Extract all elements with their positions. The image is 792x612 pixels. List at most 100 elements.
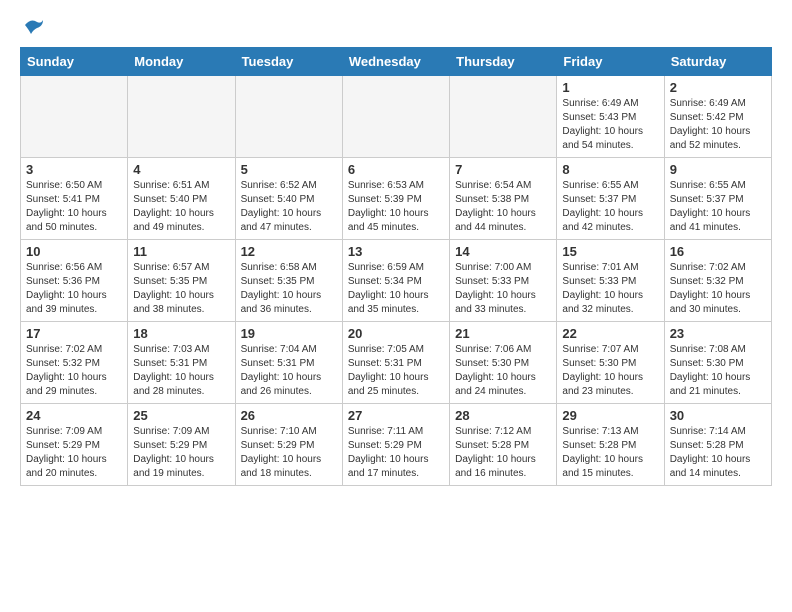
sunset-label: Sunset: 5:31 PM — [241, 358, 315, 369]
day-number: 24 — [26, 408, 122, 423]
day-info: Sunrise: 7:02 AMSunset: 5:32 PMDaylight:… — [26, 343, 122, 399]
day-info: Sunrise: 6:51 AMSunset: 5:40 PMDaylight:… — [133, 179, 229, 235]
calendar-cell: 30 Sunrise: 7:14 AMSunset: 5:28 PMDayligh… — [664, 404, 771, 486]
sunset-label: Sunset: 5:42 PM — [670, 112, 744, 123]
sunset-label: Sunset: 5:36 PM — [26, 276, 100, 287]
calendar-cell: 12Sunrise: 6:58 AMSunset: 5:35 PMDayligh… — [235, 240, 342, 322]
sunset-label: Sunset: 5:30 PM — [670, 358, 744, 369]
logo — [20, 16, 45, 39]
day-info: Sunrise: 7:14 AMSunset: 5:28 PMDaylight:… — [670, 425, 766, 481]
sunset-label: Sunset: 5:32 PM — [670, 276, 744, 287]
daylight-label: Daylight: 10 hours and 38 minutes. — [133, 290, 214, 315]
calendar-header-monday: Monday — [128, 48, 235, 76]
day-number: 8 — [562, 162, 658, 177]
sunrise-label: Sunrise: 7:07 AM — [562, 344, 638, 355]
calendar-cell: 9 Sunrise: 6:55 AMSunset: 5:37 PMDaylight… — [664, 158, 771, 240]
day-number: 23 — [670, 326, 766, 341]
sunset-label: Sunset: 5:31 PM — [348, 358, 422, 369]
day-info: Sunrise: 7:03 AMSunset: 5:31 PMDaylight:… — [133, 343, 229, 399]
calendar-table: SundayMondayTuesdayWednesdayThursdayFrid… — [20, 47, 772, 486]
sunset-label: Sunset: 5:41 PM — [26, 194, 100, 205]
day-info: Sunrise: 7:01 AMSunset: 5:33 PMDaylight:… — [562, 261, 658, 317]
daylight-label: Daylight: 10 hours and 14 minutes. — [670, 454, 751, 479]
calendar-cell: 20 Sunrise: 7:05 AMSunset: 5:31 PMDayligh… — [342, 322, 449, 404]
calendar-cell: 2Sunrise: 6:49 AMSunset: 5:42 PMDaylight… — [664, 76, 771, 158]
day-number: 18 — [133, 326, 229, 341]
sunrise-label: Sunrise: 6:49 AM — [562, 98, 638, 109]
day-info: Sunrise: 7:13 AMSunset: 5:28 PMDaylight:… — [562, 425, 658, 481]
sunrise-label: Sunrise: 6:54 AM — [455, 180, 531, 191]
day-number: 7 — [455, 162, 551, 177]
day-info: Sunrise: 6:55 AMSunset: 5:37 PMDaylight:… — [670, 179, 766, 235]
daylight-label: Daylight: 10 hours and 16 minutes. — [455, 454, 536, 479]
calendar-cell: 6Sunrise: 6:53 AMSunset: 5:39 PMDaylight… — [342, 158, 449, 240]
calendar-cell: 29 Sunrise: 7:13 AMSunset: 5:28 PMDayligh… — [557, 404, 664, 486]
daylight-label: Daylight: 10 hours and 30 minutes. — [670, 290, 751, 315]
calendar-cell: 8 Sunrise: 6:55 AMSunset: 5:37 PMDaylight… — [557, 158, 664, 240]
day-number: 3 — [26, 162, 122, 177]
calendar-cell: 23Sunrise: 7:08 AMSunset: 5:30 PMDayligh… — [664, 322, 771, 404]
sunrise-label: Sunrise: 7:10 AM — [241, 426, 317, 437]
day-number: 29 — [562, 408, 658, 423]
daylight-label: Daylight: 10 hours and 17 minutes. — [348, 454, 429, 479]
day-number: 17 — [26, 326, 122, 341]
day-info: Sunrise: 7:09 AMSunset: 5:29 PMDaylight:… — [26, 425, 122, 481]
calendar-cell: 26Sunrise: 7:10 AMSunset: 5:29 PMDayligh… — [235, 404, 342, 486]
sunrise-label: Sunrise: 7:08 AM — [670, 344, 746, 355]
sunset-label: Sunset: 5:29 PM — [241, 440, 315, 451]
calendar-cell: 27 Sunrise: 7:11 AMSunset: 5:29 PMDayligh… — [342, 404, 449, 486]
sunset-label: Sunset: 5:29 PM — [26, 440, 100, 451]
sunset-label: Sunset: 5:35 PM — [241, 276, 315, 287]
sunset-label: Sunset: 5:34 PM — [348, 276, 422, 287]
day-number: 27 — [348, 408, 444, 423]
day-number: 11 — [133, 244, 229, 259]
daylight-label: Daylight: 10 hours and 35 minutes. — [348, 290, 429, 315]
calendar-cell — [450, 76, 557, 158]
daylight-label: Daylight: 10 hours and 15 minutes. — [562, 454, 643, 479]
calendar-cell: 28Sunrise: 7:12 AMSunset: 5:28 PMDayligh… — [450, 404, 557, 486]
sunrise-label: Sunrise: 6:51 AM — [133, 180, 209, 191]
day-number: 20 — [348, 326, 444, 341]
sunrise-label: Sunrise: 6:59 AM — [348, 262, 424, 273]
day-number: 22 — [562, 326, 658, 341]
day-number: 30 — [670, 408, 766, 423]
daylight-label: Daylight: 10 hours and 26 minutes. — [241, 372, 322, 397]
day-number: 2 — [670, 80, 766, 95]
day-info: Sunrise: 6:55 AMSunset: 5:37 PMDaylight:… — [562, 179, 658, 235]
day-info: Sunrise: 7:08 AMSunset: 5:30 PMDaylight:… — [670, 343, 766, 399]
day-number: 25 — [133, 408, 229, 423]
day-info: Sunrise: 7:10 AM Sunset: 5:29 PM Daylight:… — [241, 425, 337, 481]
sunset-label: Sunset: 5:40 PM — [241, 194, 315, 205]
calendar-cell: 17 Sunrise: 7:02 AMSunset: 5:32 PMDayligh… — [21, 322, 128, 404]
sunrise-label: Sunrise: 6:50 AM — [26, 180, 102, 191]
calendar-week-2: 3 Sunrise: 6:50 AM Sunset: 5:41 PM Daylight… — [21, 158, 772, 240]
sunset-label: Sunset: 5:29 PM — [133, 440, 207, 451]
day-info: Sunrise: 7:05 AMSunset: 5:31 PMDaylight:… — [348, 343, 444, 399]
calendar-week-3: 10Sunrise: 6:56 AMSunset: 5:36 PMDayligh… — [21, 240, 772, 322]
day-number: 9 — [670, 162, 766, 177]
sunrise-label: Sunrise: 7:13 AM — [562, 426, 638, 437]
daylight-label: Daylight: 10 hours and 44 minutes. — [455, 208, 536, 233]
daylight-label: Daylight: 10 hours and 47 minutes. — [241, 208, 322, 233]
sunset-label: Sunset: 5:28 PM — [670, 440, 744, 451]
day-number: 19 — [241, 326, 337, 341]
day-info: Sunrise: 7:11 AMSunset: 5:29 PMDaylight:… — [348, 425, 444, 481]
daylight-label: Daylight: 10 hours and 20 minutes. — [26, 454, 107, 479]
sunrise-label: Sunrise: 7:06 AM — [455, 344, 531, 355]
day-info: Sunrise: 6:53 AMSunset: 5:39 PMDaylight:… — [348, 179, 444, 235]
calendar-cell: 21 Sunrise: 7:06 AMSunset: 5:30 PMDayligh… — [450, 322, 557, 404]
day-number: 21 — [455, 326, 551, 341]
day-info: Sunrise: 7:06 AMSunset: 5:30 PMDaylight:… — [455, 343, 551, 399]
day-info: Sunrise: 6:50 AMSunset: 5:41 PMDaylight:… — [26, 179, 122, 235]
sunset-label: Sunset: 5:33 PM — [455, 276, 529, 287]
calendar-cell — [21, 76, 128, 158]
calendar-header-row: SundayMondayTuesdayWednesdayThursdayFrid… — [21, 48, 772, 76]
calendar-cell: 11 Sunrise: 6:57 AMSunset: 5:35 PMDayligh… — [128, 240, 235, 322]
sunrise-label: Sunrise: 6:52 AM — [241, 180, 317, 191]
sunrise-label: Sunrise: 7:02 AM — [670, 262, 746, 273]
day-info: Sunrise: 6:58 AMSunset: 5:35 PMDaylight:… — [241, 261, 337, 317]
daylight-label: Daylight: 10 hours and 18 minutes. — [241, 454, 322, 479]
day-info: Sunrise: 7:00 AMSunset: 5:33 PMDaylight:… — [455, 261, 551, 317]
day-info: Sunrise: 6:57 AMSunset: 5:35 PMDaylight:… — [133, 261, 229, 317]
sunrise-label: Sunrise: 6:55 AM — [562, 180, 638, 191]
